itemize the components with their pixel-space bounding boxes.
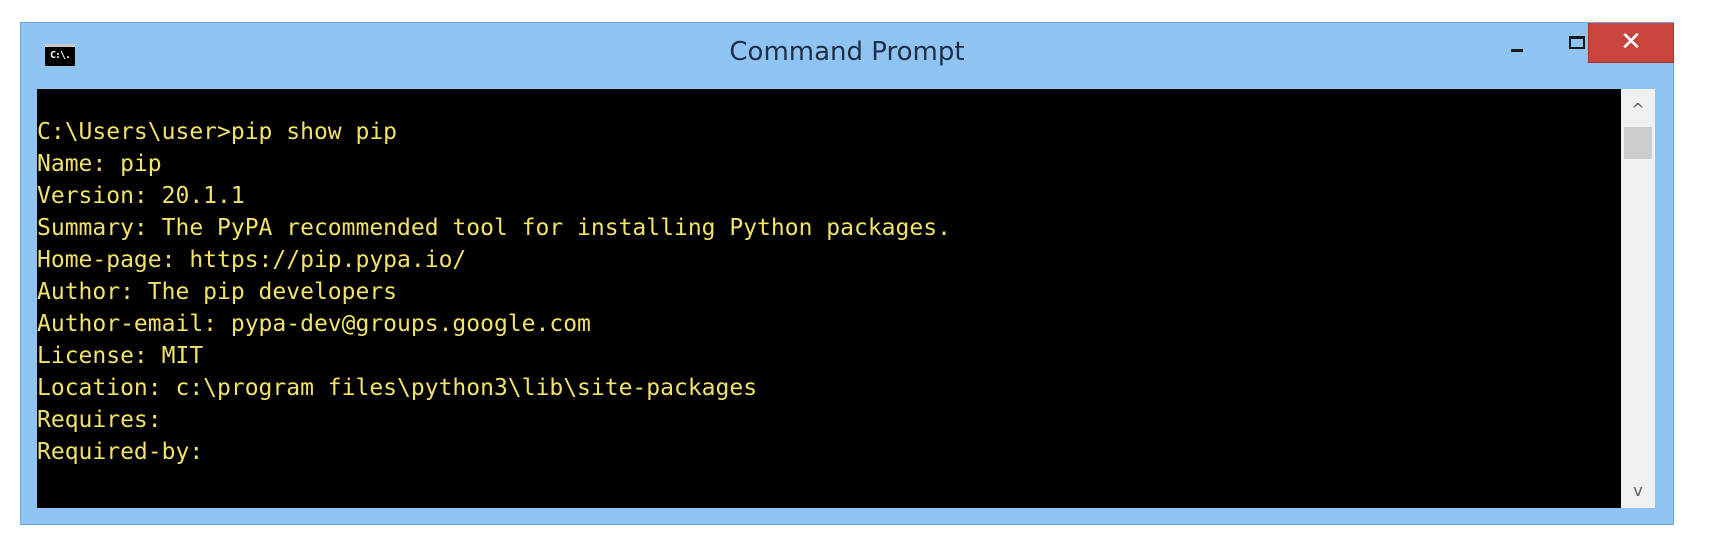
title-bar[interactable]: C:\. Command Prompt ✕	[21, 23, 1674, 89]
console-line: License: MIT	[37, 343, 204, 369]
close-button[interactable]: ✕	[1588, 23, 1674, 63]
console-line: Home-page: https://pip.pypa.io/	[37, 247, 467, 273]
console-line: Summary: The PyPA recommended tool for i…	[37, 215, 951, 241]
scroll-up-button[interactable]: ^	[1621, 93, 1655, 127]
minimize-icon	[1511, 49, 1523, 52]
scroll-down-button[interactable]: v	[1621, 474, 1655, 508]
console-line: C:\Users\user>pip show pip	[37, 119, 398, 145]
minimize-button[interactable]	[1487, 23, 1547, 63]
console-output-area[interactable]: C:\Users\user>pip show pip Name: pip Versi…	[37, 89, 1655, 508]
console-line: Name: pip	[37, 151, 162, 177]
chevron-down-icon: v	[1633, 481, 1643, 500]
scroll-thumb[interactable]	[1624, 127, 1652, 159]
maximize-icon	[1569, 36, 1585, 49]
console-line: Author-email: pypa-dev@groups.google.com	[37, 311, 591, 337]
console-text: C:\Users\user>pip show pip Name: pip Versi…	[37, 116, 1637, 468]
vertical-scrollbar[interactable]: ^ v	[1621, 89, 1655, 508]
window-title: Command Prompt	[729, 37, 965, 67]
console-line: Version: 20.1.1	[37, 183, 245, 209]
console-line: Location: c:\program files\python3\lib\s…	[37, 375, 758, 401]
close-icon: ✕	[1620, 27, 1642, 57]
chevron-up-icon: ^	[1631, 100, 1645, 119]
console-line: Requires:	[37, 407, 162, 433]
command-prompt-window: C:\. Command Prompt ✕ C:\Users\user>pip …	[20, 22, 1674, 525]
console-line: Required-by:	[37, 439, 204, 465]
console-line: Author: The pip developers	[37, 279, 398, 305]
